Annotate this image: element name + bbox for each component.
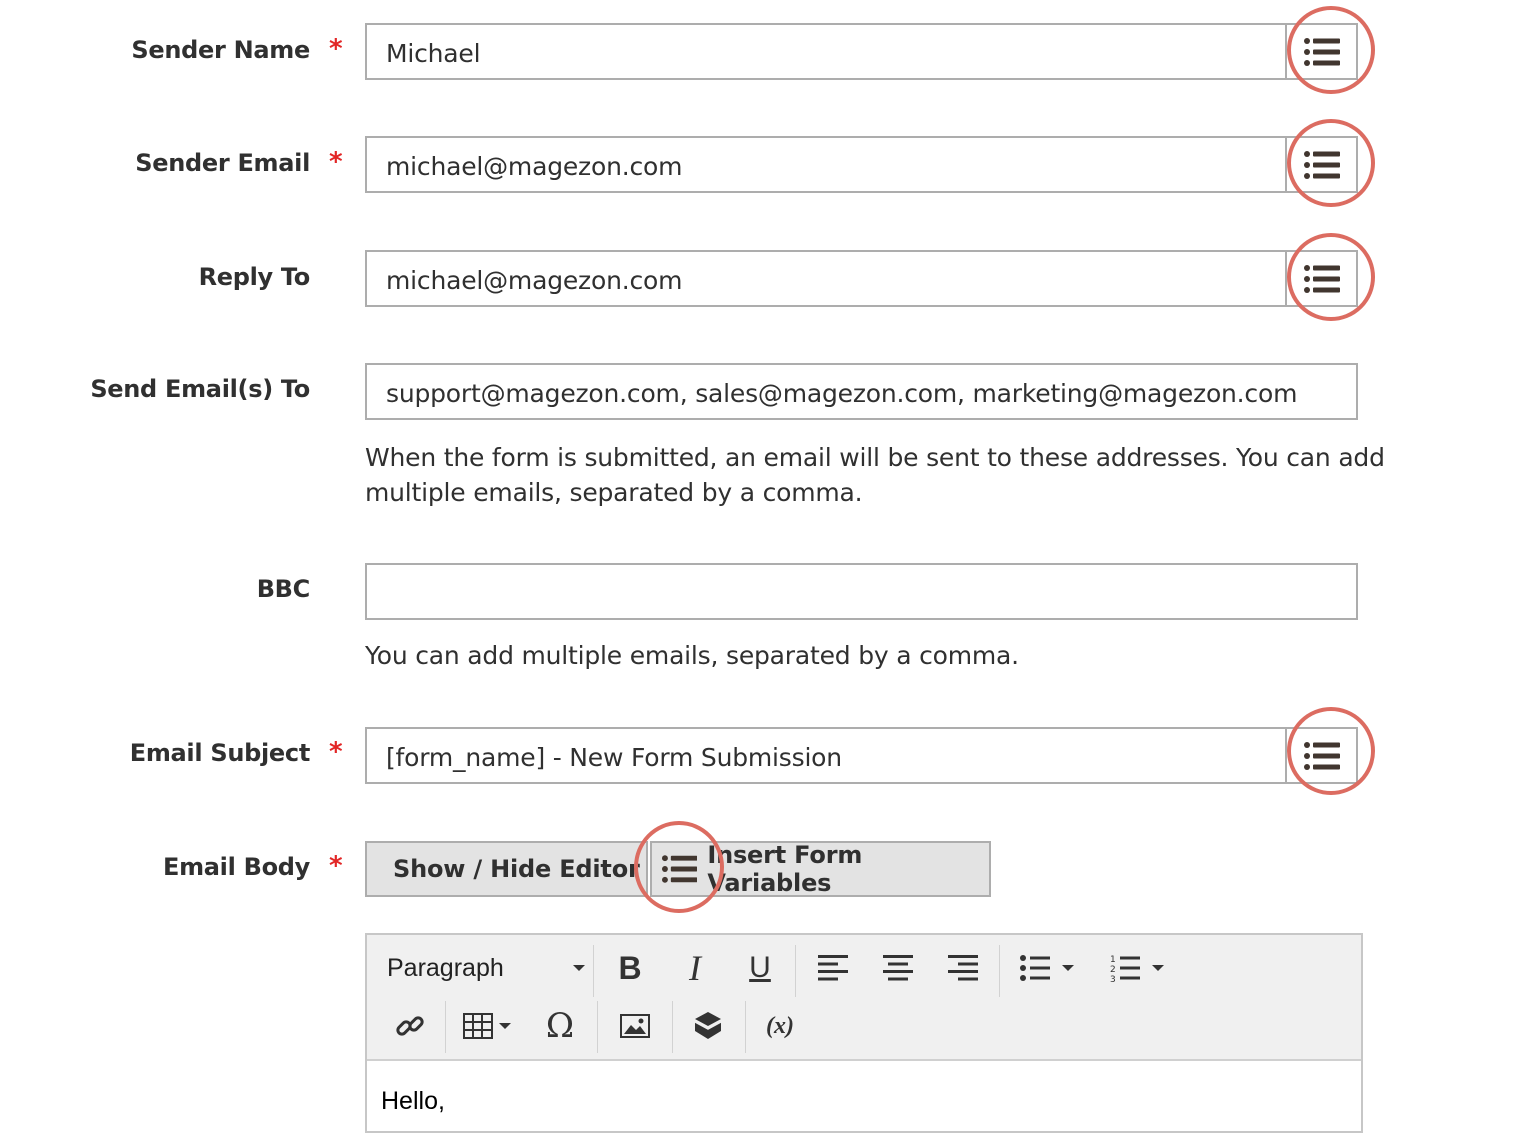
send-to-note-line: multiple emails, separated by a comma.: [365, 478, 863, 507]
send-to-note-line: When the form is submitted, an email wil…: [365, 443, 1385, 472]
bullet-list-button[interactable]: [1011, 945, 1083, 991]
editor-content[interactable]: Hello,: [381, 1087, 445, 1116]
insert-variable-button[interactable]: [1285, 729, 1356, 782]
editor-toolbar: Paragraph B I U 123 Ω (x): [367, 935, 1361, 1061]
chevron-down-icon: [1152, 965, 1164, 971]
sender-name-field[interactable]: Michael: [365, 23, 1358, 80]
italic-icon: I: [689, 948, 701, 988]
svg-text:1: 1: [1110, 955, 1116, 965]
sender-email-field[interactable]: michael@magezon.com: [365, 136, 1358, 193]
toolbar-separator: [999, 945, 1000, 997]
bold-button[interactable]: B: [607, 945, 653, 991]
insert-variable-button[interactable]: [1285, 25, 1356, 78]
reply-to-value[interactable]: michael@magezon.com: [386, 266, 682, 295]
reply-to-label: Reply To: [198, 263, 311, 291]
sender-email-value[interactable]: michael@magezon.com: [386, 152, 682, 181]
toolbar-separator: [672, 1001, 673, 1053]
bbc-label: BBC: [256, 575, 311, 603]
required-marker: *: [329, 737, 343, 767]
italic-button[interactable]: I: [672, 945, 718, 991]
align-center-icon: [883, 955, 913, 981]
insert-form-variables-button[interactable]: Insert Form Variables: [650, 841, 991, 897]
table-button[interactable]: [455, 1003, 519, 1049]
chevron-down-icon: [1062, 965, 1074, 971]
toolbar-separator: [445, 1001, 446, 1053]
email-subject-label: Email Subject: [129, 739, 311, 767]
insert-form-variables-label: Insert Form Variables: [707, 841, 863, 897]
widget-icon: [694, 1012, 722, 1039]
list-icon: [1303, 264, 1340, 293]
required-marker: *: [329, 851, 343, 881]
toolbar-separator: [745, 1001, 746, 1053]
format-select[interactable]: Paragraph: [375, 945, 585, 991]
special-character-button[interactable]: Ω: [537, 1003, 583, 1049]
bullet-list-icon: [1020, 955, 1050, 981]
email-body-label: Email Body: [162, 853, 310, 881]
toolbar-separator: [597, 1001, 598, 1053]
underline-icon: U: [749, 951, 771, 984]
format-select-value: Paragraph: [387, 953, 504, 982]
image-icon: [620, 1014, 650, 1038]
insert-variable-editor-button[interactable]: (x): [757, 1003, 803, 1049]
insert-variable-button[interactable]: [1285, 252, 1356, 305]
wysiwyg-editor[interactable]: Paragraph B I U 123 Ω (x) Hello,: [365, 933, 1363, 1133]
list-icon: [1303, 150, 1340, 179]
required-marker: *: [329, 147, 343, 177]
bbc-field[interactable]: [365, 563, 1358, 620]
svg-text:2: 2: [1110, 965, 1116, 975]
toolbar-separator: [593, 945, 594, 997]
insert-image-button[interactable]: [612, 1003, 658, 1049]
chevron-down-icon: [573, 965, 585, 971]
email-subject-field[interactable]: [form_name] - New Form Submission: [365, 727, 1358, 784]
sender-email-label: Sender Email: [135, 149, 310, 177]
align-left-icon: [818, 955, 848, 981]
required-marker: *: [329, 34, 343, 64]
reply-to-field[interactable]: michael@magezon.com: [365, 250, 1358, 307]
send-to-note: When the form is submitted, an email wil…: [365, 440, 1385, 510]
numbered-list-icon: 123: [1110, 955, 1140, 982]
insert-widget-button[interactable]: [685, 1003, 731, 1049]
list-icon: [1303, 37, 1340, 66]
variable-icon: (x): [766, 1012, 794, 1039]
numbered-list-button[interactable]: 123: [1101, 945, 1173, 991]
omega-icon: Ω: [545, 1006, 575, 1046]
align-right-icon: [948, 955, 978, 981]
bbc-note: You can add multiple emails, separated b…: [365, 641, 1019, 670]
bold-icon: B: [618, 949, 642, 986]
underline-button[interactable]: U: [737, 945, 783, 991]
send-to-label: Send Email(s) To: [90, 375, 310, 403]
svg-text:3: 3: [1110, 975, 1116, 982]
toolbar-separator: [795, 945, 796, 997]
sender-name-label: Sender Name: [131, 36, 310, 64]
sender-name-value[interactable]: Michael: [386, 39, 481, 68]
list-icon: [1303, 741, 1340, 770]
send-to-value[interactable]: support@magezon.com, sales@magezon.com, …: [386, 379, 1297, 408]
send-to-field[interactable]: support@magezon.com, sales@magezon.com, …: [365, 363, 1358, 420]
table-icon: [463, 1013, 493, 1039]
chevron-down-icon: [499, 1023, 511, 1029]
email-subject-value[interactable]: [form_name] - New Form Submission: [386, 743, 842, 772]
align-left-button[interactable]: [810, 945, 856, 991]
show-hide-editor-label: Show / Hide Editor: [393, 855, 640, 883]
align-right-button[interactable]: [940, 945, 986, 991]
show-hide-editor-button[interactable]: Show / Hide Editor: [365, 841, 648, 897]
link-icon: [396, 1016, 424, 1036]
align-center-button[interactable]: [875, 945, 921, 991]
link-button[interactable]: [387, 1003, 433, 1049]
insert-variable-button[interactable]: [1285, 138, 1356, 191]
list-icon: [662, 855, 698, 883]
